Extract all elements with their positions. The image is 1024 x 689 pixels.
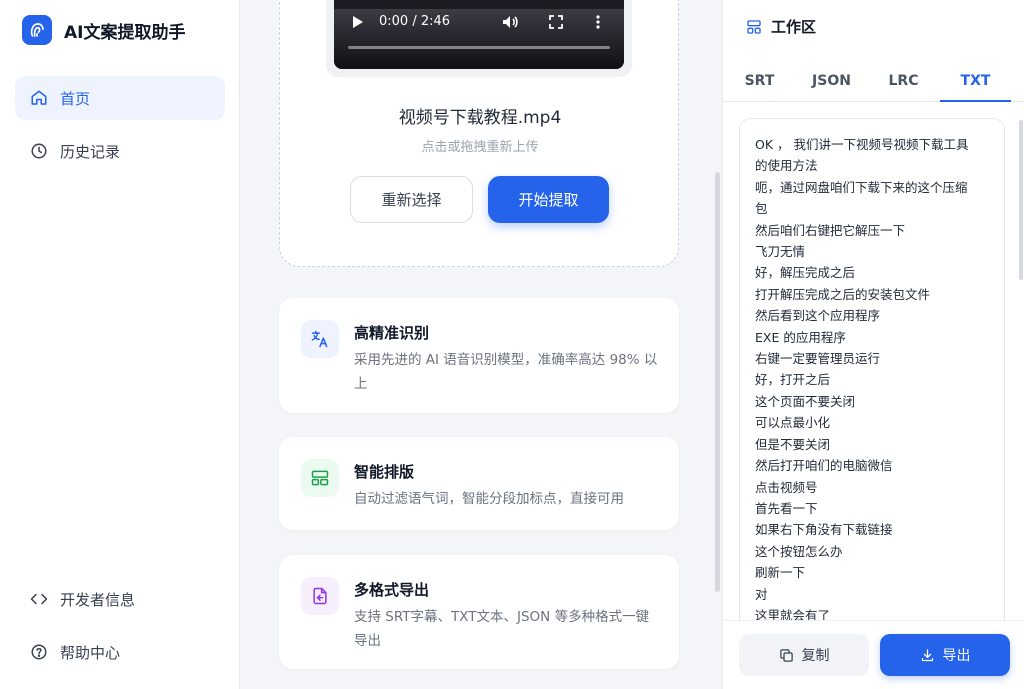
transcript-line: 这个按钮怎么办 <box>755 543 843 559</box>
tab-srt[interactable]: SRT <box>724 62 795 101</box>
transcript-line: 好，解压完成之后 <box>755 265 856 281</box>
reselect-button[interactable]: 重新选择 <box>350 176 473 223</box>
workspace-scrollbar[interactable] <box>1019 120 1023 280</box>
nav-item-developer[interactable]: 开发者信息 <box>15 577 225 621</box>
main-content: 0:00 / 2:46 视频号下载教程.mp4 点击或拖拽重新上传 重新选择 开… <box>241 0 722 689</box>
transcript-line: 包 <box>755 201 768 217</box>
brand-logo-icon <box>22 15 52 45</box>
play-icon[interactable] <box>352 15 364 29</box>
feature-card-layout: 智能排版 自动过滤语气词，智能分段加标点，直接可用 <box>279 437 679 530</box>
transcript-line: 好，打开之后 <box>755 372 831 388</box>
nav-item-history[interactable]: 历史记录 <box>15 129 225 173</box>
nav-item-label: 开发者信息 <box>60 590 136 609</box>
feature-title: 智能排版 <box>354 463 415 481</box>
translate-icon <box>301 320 339 358</box>
workspace-header: 工作区 <box>746 16 816 37</box>
transcript-line: 然后看到这个应用程序 <box>755 308 881 324</box>
transcript-line: 可以点最小化 <box>755 415 831 431</box>
transcript-line: 这个页面不要关闭 <box>755 393 856 409</box>
start-extract-button[interactable]: 开始提取 <box>488 176 609 223</box>
help-icon <box>31 644 47 660</box>
layout-icon <box>301 459 339 497</box>
transcript-text[interactable]: OK ， 我们讲一下视频号视频下载工具 的使用方法呃，通过网盘咱们下载下来的这个压… <box>739 118 1005 638</box>
nav-item-label: 首页 <box>60 89 91 108</box>
video-time: 0:00 / 2:46 <box>379 14 451 29</box>
volume-icon[interactable] <box>502 15 518 29</box>
transcript-line: 右键一定要管理员运行 <box>755 351 881 367</box>
download-icon <box>921 648 933 661</box>
feature-card-accuracy: 高精准识别 采用先进的 AI 语音识别模型，准确率高达 98% 以上 <box>279 298 679 413</box>
nav-item-help[interactable]: 帮助中心 <box>15 630 225 674</box>
transcript-line: EXE 的应用程序 <box>755 329 846 345</box>
tab-json[interactable]: JSON <box>796 62 867 101</box>
feature-desc: 支持 SRT字幕、TXT文本、JSON 等多种格式一键导出 <box>354 609 650 649</box>
feature-card-export: 多格式导出 支持 SRT字幕、TXT文本、JSON 等多种格式一键导出 <box>279 555 679 669</box>
transcript-line: 如果右下角没有下载链接 <box>755 522 893 538</box>
transcript-line: 首先看一下 <box>755 500 818 516</box>
copy-icon <box>779 648 793 662</box>
transcript-line: 的使用方法 <box>755 158 818 174</box>
video-preview-frame: 0:00 / 2:46 <box>326 0 632 77</box>
transcript-line: 点击视频号 <box>755 479 818 495</box>
grid-layout-icon <box>747 19 761 34</box>
tab-txt[interactable]: TXT <box>940 62 1011 102</box>
fullscreen-icon[interactable] <box>549 15 563 29</box>
copy-label: 复制 <box>801 648 830 664</box>
nav-item-home[interactable]: 首页 <box>15 76 225 120</box>
tab-lrc[interactable]: LRC <box>868 62 939 101</box>
file-name: 视频号下载教程.mp4 <box>398 108 562 128</box>
workspace-panel: 工作区 SRT JSON LRC TXT OK ， 我们讲一下视频号视频下载工具… <box>722 0 1024 689</box>
file-export-icon <box>301 577 339 615</box>
feature-desc: 采用先进的 AI 语音识别模型，准确率高达 98% 以上 <box>354 352 658 392</box>
nav-item-label: 帮助中心 <box>60 643 121 662</box>
feature-title: 高精准识别 <box>354 324 430 342</box>
transcript-line: 对 <box>755 586 768 602</box>
video-player[interactable]: 0:00 / 2:46 <box>334 0 624 69</box>
transcript-line: 然后打开咱们的电脑微信 <box>755 458 893 474</box>
export-button[interactable]: 导出 <box>880 634 1010 676</box>
transcript-line: 呃，通过网盘咱们下载下来的这个压缩 <box>755 179 968 195</box>
nav-item-label: 历史记录 <box>60 142 121 161</box>
brand-name: AI文案提取助手 <box>64 22 186 43</box>
code-icon <box>30 593 48 605</box>
clock-icon <box>31 143 47 159</box>
transcript-line: 刷新一下 <box>755 565 806 581</box>
sidebar: AI文案提取助手 首页 历史记录 开发者信息 帮助中心 <box>0 0 240 689</box>
workspace-footer: 复制 导出 <box>723 620 1024 689</box>
copy-button[interactable]: 复制 <box>739 634 869 676</box>
format-tabs: SRT JSON LRC TXT <box>723 62 1024 102</box>
transcript-line: 然后咱们右键把它解压一下 <box>755 222 906 238</box>
upload-dropzone[interactable]: 0:00 / 2:46 视频号下载教程.mp4 点击或拖拽重新上传 重新选择 开… <box>279 0 679 267</box>
transcript-line: 但是不要关闭 <box>755 436 831 452</box>
more-vertical-icon[interactable] <box>596 15 600 29</box>
home-icon <box>31 90 47 105</box>
feature-title: 多格式导出 <box>354 581 430 599</box>
upload-hint: 点击或拖拽重新上传 <box>421 140 539 155</box>
video-progress-track[interactable] <box>348 46 610 49</box>
transcript-line: OK ， 我们讲一下视频号视频下载工具 <box>755 137 969 152</box>
feature-desc: 自动过滤语气词，智能分段加标点，直接可用 <box>354 491 624 507</box>
transcript-line: 打开解压完成之后的安装包文件 <box>755 286 931 302</box>
brand[interactable]: AI文案提取助手 <box>22 15 185 45</box>
export-label: 导出 <box>942 648 971 664</box>
main-scrollbar[interactable] <box>715 172 720 592</box>
workspace-title: 工作区 <box>771 18 817 36</box>
transcript-line: 飞刀无情 <box>755 244 806 260</box>
